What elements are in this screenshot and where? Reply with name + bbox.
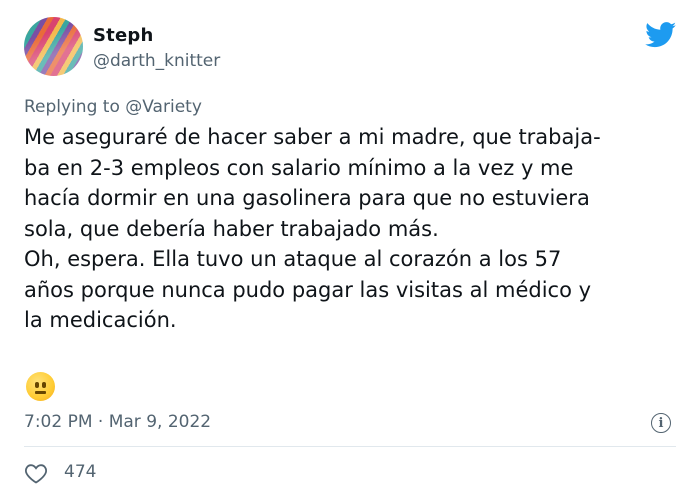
like-count: 474 bbox=[64, 462, 97, 482]
tweet-line: sola, que debería haber trabajado más. bbox=[24, 216, 439, 241]
info-icon[interactable]: i bbox=[651, 413, 671, 433]
tweet-card: Steph @darth_knitter Replying to @Variet… bbox=[0, 0, 700, 502]
replying-to: Replying to @Variety bbox=[24, 97, 202, 117]
user-handle[interactable]: @darth_knitter bbox=[93, 51, 220, 71]
reply-target-link[interactable]: @Variety bbox=[125, 97, 202, 117]
avatar[interactable] bbox=[24, 17, 83, 76]
emoji-mouth bbox=[35, 391, 46, 394]
neutral-face-emoji bbox=[26, 372, 55, 401]
tweet-date: Mar 9, 2022 bbox=[108, 412, 212, 432]
emoji-eye-right bbox=[42, 382, 46, 388]
replying-to-prefix: Replying to bbox=[24, 97, 120, 117]
tweet-line: ba en 2-3 empleos con salario mínimo a l… bbox=[24, 155, 574, 180]
tweet-text: Me aseguraré de hacer saber a mi madre, … bbox=[24, 122, 676, 336]
tweet-line: Me aseguraré de hacer saber a mi madre, … bbox=[24, 125, 601, 149]
emoji-eye-left bbox=[35, 382, 39, 388]
tweet-line: Oh, espera. Ella tuvo un ataque al coraz… bbox=[24, 247, 562, 271]
divider bbox=[24, 446, 676, 447]
twitter-bird-icon[interactable] bbox=[645, 22, 677, 48]
tweet-time: 7:02 PM bbox=[24, 412, 93, 432]
tweet-line: la medicación. bbox=[24, 308, 177, 332]
user-name[interactable]: Steph bbox=[93, 25, 153, 46]
tweet-line: hacía dormir en una gasolinera para que … bbox=[24, 186, 590, 210]
meta-separator: · bbox=[97, 412, 104, 432]
tweet-line: años porque nunca pudo pagar las visitas… bbox=[24, 277, 592, 302]
heart-icon[interactable] bbox=[24, 462, 48, 484]
info-glyph: i bbox=[658, 415, 664, 431]
tweet-timestamp[interactable]: 7:02 PM · Mar 9, 2022 bbox=[24, 412, 211, 432]
